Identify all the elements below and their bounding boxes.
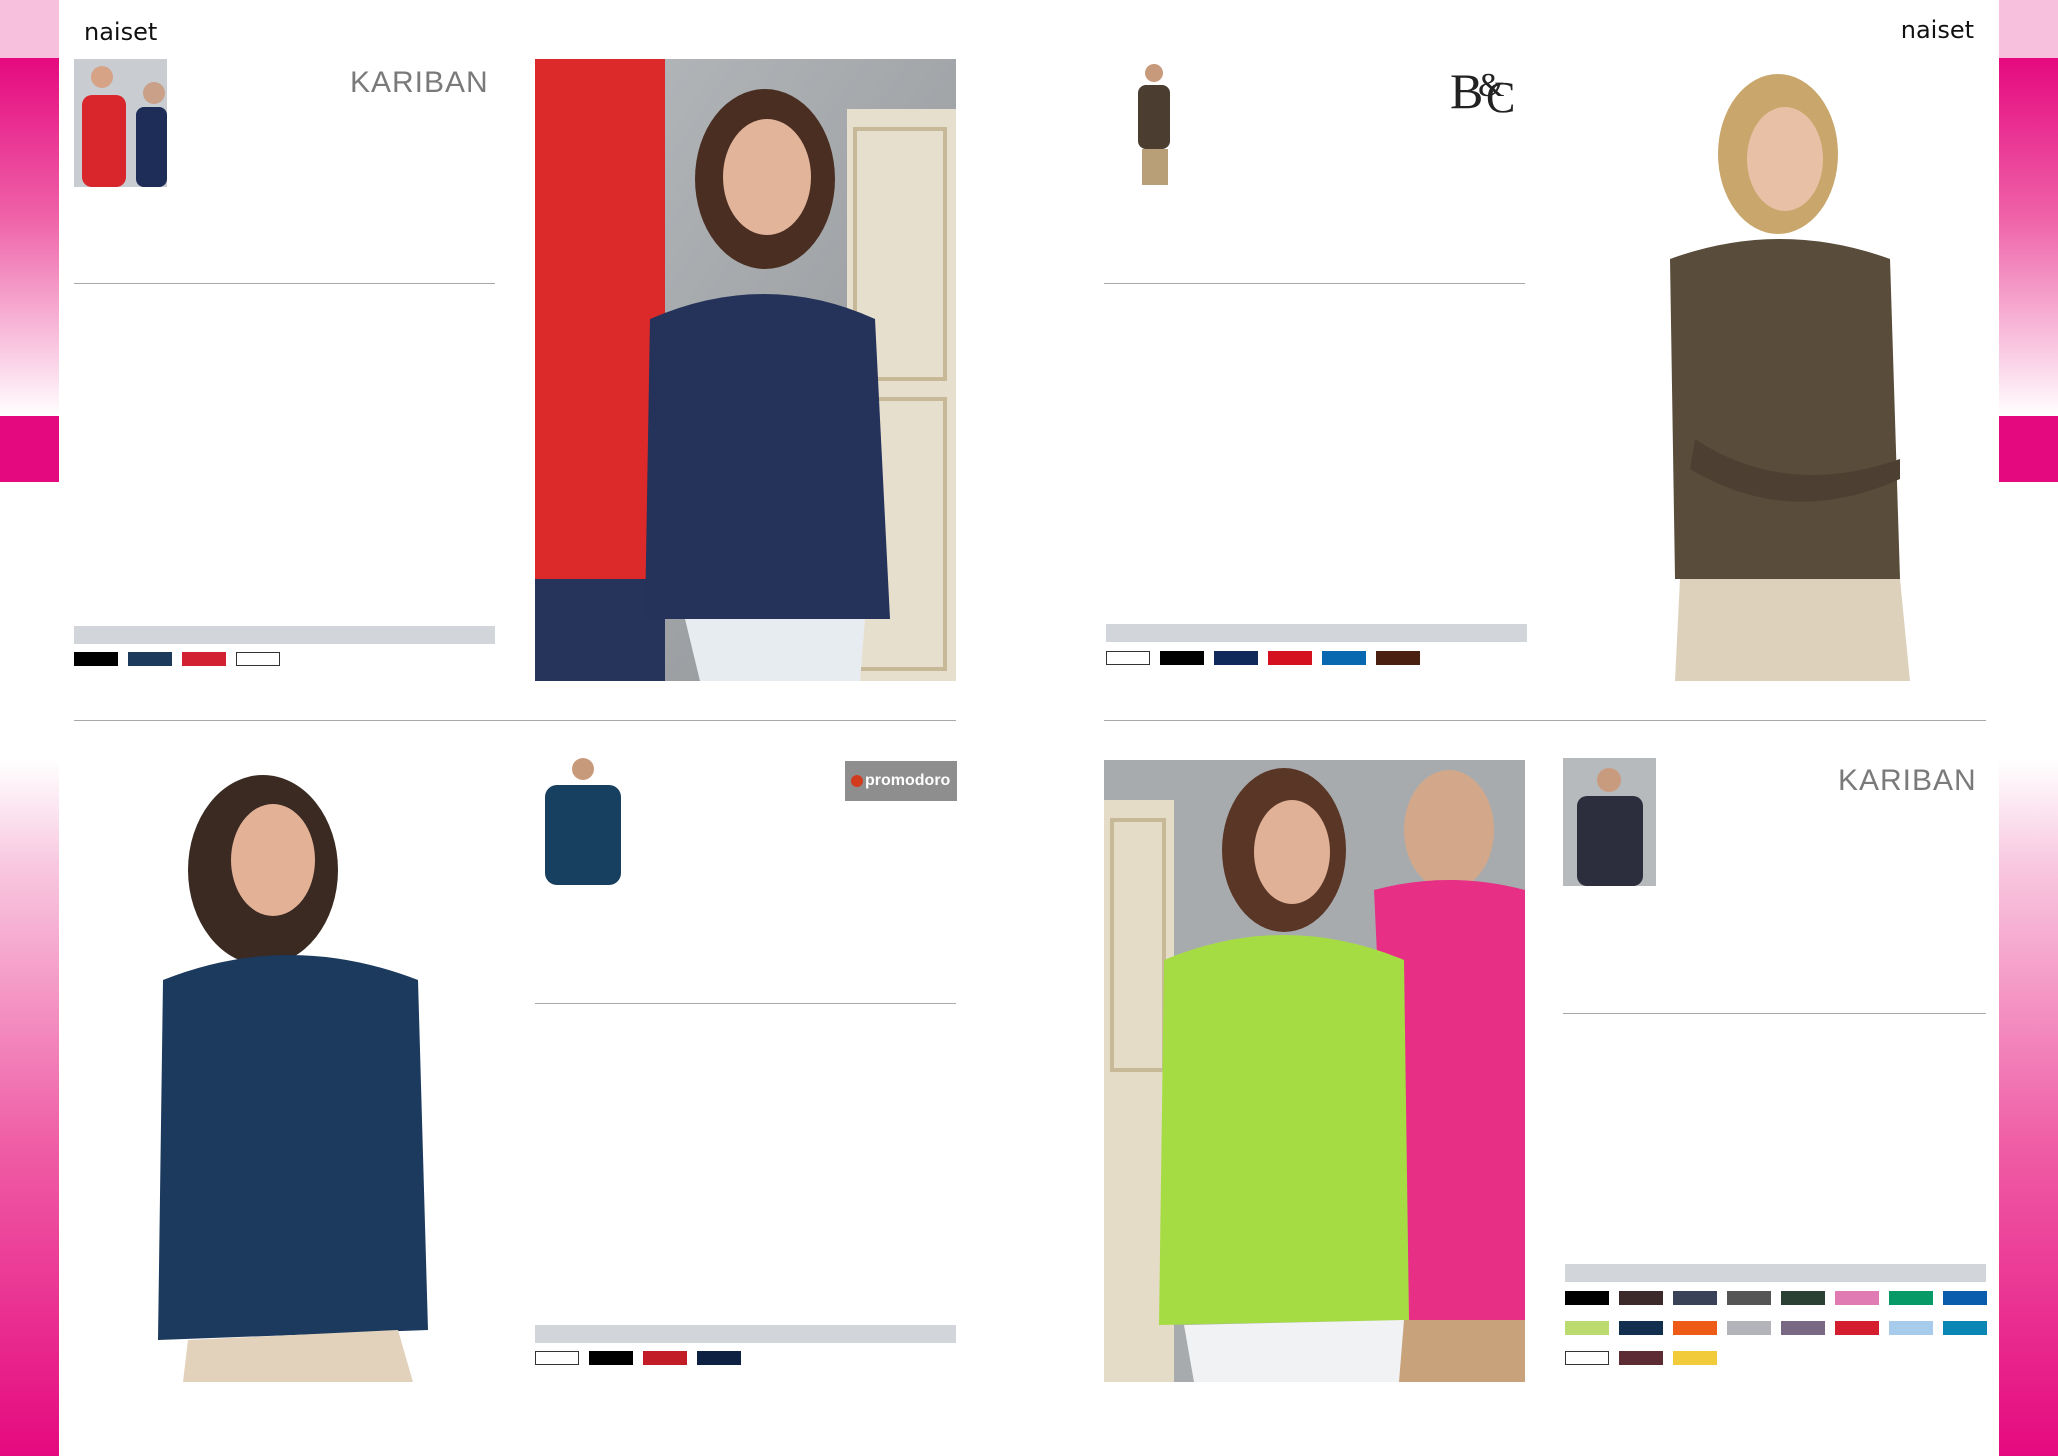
color-swatch-orange[interactable] — [1673, 1321, 1717, 1335]
color-swatch-blue[interactable] — [1322, 651, 1366, 665]
swatch-row — [74, 652, 314, 668]
color-swatch-purple[interactable] — [1781, 1321, 1825, 1335]
color-swatch-red[interactable] — [182, 652, 226, 666]
color-swatch-white[interactable] — [1106, 651, 1150, 665]
color-swatch-white[interactable] — [236, 652, 280, 666]
color-swatch-green[interactable] — [1889, 1291, 1933, 1305]
color-swatch-black[interactable] — [1160, 651, 1204, 665]
color-swatch-royal[interactable] — [1943, 1291, 1987, 1305]
color-swatch-lime[interactable] — [1565, 1321, 1609, 1335]
color-bar — [535, 1325, 956, 1343]
color-swatch-white[interactable] — [535, 1351, 579, 1365]
brand-logo-kariban: KARIBAN — [1838, 764, 1977, 797]
swatch-row — [535, 1351, 775, 1367]
color-swatch-red[interactable] — [643, 1351, 687, 1365]
brand-logo-kariban: KARIBAN — [350, 66, 489, 99]
left-page-edge-decoration — [0, 0, 59, 1456]
color-swatch-yellow[interactable] — [1673, 1351, 1717, 1365]
color-swatch-black[interactable] — [1565, 1291, 1609, 1305]
product-divider — [1563, 1013, 1986, 1014]
edge-gradient-top — [1999, 58, 2058, 416]
color-swatch-slate[interactable] — [1673, 1291, 1717, 1305]
color-swatch-navy[interactable] — [128, 652, 172, 666]
color-swatch-pink[interactable] — [1835, 1291, 1879, 1305]
color-swatch-dark-brown[interactable] — [1619, 1291, 1663, 1305]
color-swatch-sky[interactable] — [1889, 1321, 1933, 1335]
color-swatch-burgundy[interactable] — [1619, 1351, 1663, 1365]
product-divider — [535, 1003, 956, 1004]
color-bar — [1106, 624, 1527, 642]
edge-gradient-bottom — [1999, 760, 2058, 1456]
product-photo-promodoro-navy — [138, 760, 458, 1382]
color-swatch-brown[interactable] — [1376, 651, 1420, 665]
edge-tab-active — [1999, 416, 2058, 482]
swatch-row — [1106, 651, 1436, 667]
tomato-icon — [851, 775, 863, 787]
color-bar — [74, 626, 495, 644]
product-thumbnail-kariban[interactable] — [74, 59, 167, 187]
product-divider — [1104, 283, 1525, 284]
section-label-left: naiset — [84, 18, 158, 46]
product-divider — [74, 283, 495, 284]
color-swatch-navy[interactable] — [697, 1351, 741, 1365]
page-divider-right — [1104, 720, 1986, 721]
brand-logo-bc: B & C — [1448, 56, 1520, 122]
product-photo-kariban-navy — [535, 59, 956, 681]
brand-logo-promodoro: promodoro — [845, 761, 957, 801]
product-thumbnail-kariban-lime[interactable] — [1563, 758, 1656, 886]
color-swatch-light-grey[interactable] — [1727, 1321, 1771, 1335]
edge-tab-active — [0, 416, 59, 482]
color-bar — [1565, 1264, 1986, 1282]
color-swatch-black[interactable] — [589, 1351, 633, 1365]
color-swatch-white[interactable] — [1565, 1351, 1609, 1365]
product-thumbnail-bc[interactable] — [1122, 59, 1182, 187]
color-swatch-navy[interactable] — [1214, 651, 1258, 665]
product-photo-kariban-lime — [1104, 760, 1525, 1382]
edge-gradient-bottom — [0, 760, 59, 1456]
color-swatch-aqua[interactable] — [1943, 1321, 1987, 1335]
edge-gradient-top — [0, 58, 59, 416]
svg-text:C: C — [1486, 73, 1515, 118]
color-swatch-red[interactable] — [1835, 1321, 1879, 1335]
edge-tab-light — [1999, 0, 2058, 58]
edge-tab-light — [0, 0, 59, 58]
right-page-edge-decoration — [1999, 0, 2058, 1456]
page-divider-left — [74, 720, 956, 721]
color-swatch-dark-grey[interactable] — [1727, 1291, 1771, 1305]
color-swatch-forest[interactable] — [1781, 1291, 1825, 1305]
color-swatch-black[interactable] — [74, 652, 118, 666]
product-thumbnail-promodoro[interactable] — [535, 755, 627, 887]
section-label-right: naiset — [1900, 16, 1974, 44]
product-photo-bc-brown — [1600, 59, 1986, 681]
color-swatch-navy[interactable] — [1619, 1321, 1663, 1335]
color-swatch-red[interactable] — [1268, 651, 1312, 665]
swatch-grid — [1565, 1291, 1987, 1367]
